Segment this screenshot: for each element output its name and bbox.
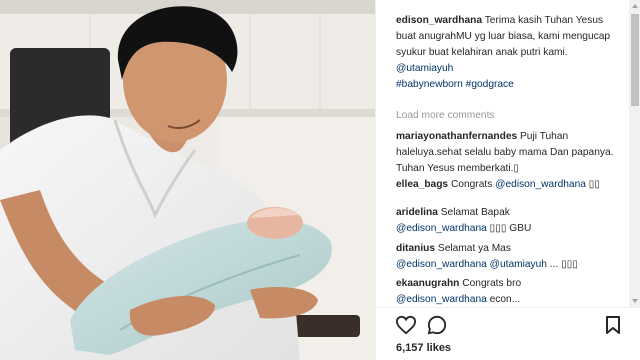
load-more-comments[interactable]: Load more comments xyxy=(396,108,624,124)
caption: edison_wardhana Terima kasih Tuhan Yesus… xyxy=(396,13,624,93)
caption-username[interactable]: edison_wardhana xyxy=(396,15,482,26)
comment-mention[interactable]: @edison_wardhana xyxy=(495,179,586,190)
comment-text: Congrats bro xyxy=(462,278,522,289)
scrollbar-thumb[interactable] xyxy=(631,14,639,106)
comment-text: Congrats xyxy=(450,179,493,190)
comment-item: aridelina Selamat Bapak @edison_wardhana… xyxy=(396,205,624,237)
instagram-post: edison_wardhana Terima kasih Tuhan Yesus… xyxy=(0,0,640,360)
comments-list: edison_wardhana Terima kasih Tuhan Yesus… xyxy=(376,0,629,307)
comment-suffix: ▯▯▯ GBU xyxy=(489,223,532,234)
comment-item: ekaanugrahn Congrats bro @edison_wardhan… xyxy=(396,276,624,307)
caption-hashtags[interactable]: #babynewborn #godgrace xyxy=(396,79,514,90)
comment-item: ditanius Selamat ya Mas @edison_wardhana… xyxy=(396,241,624,273)
comment-mention[interactable]: @edison_wardhana @utamiayuh xyxy=(396,259,547,270)
post-photo[interactable] xyxy=(0,0,375,360)
bookmark-icon[interactable] xyxy=(605,315,621,335)
comment-username[interactable]: mariayonathanfernandes xyxy=(396,131,517,142)
comments-panel: edison_wardhana Terima kasih Tuhan Yesus… xyxy=(375,0,640,360)
comment-mention[interactable]: @edison_wardhana xyxy=(396,223,487,234)
comment-username[interactable]: aridelina xyxy=(396,207,438,218)
comment-item: mariayonathanfernandes Puji Tuhan halelu… xyxy=(396,129,624,177)
divider xyxy=(376,307,640,308)
heart-icon[interactable] xyxy=(395,315,417,335)
comment-suffix: econ... xyxy=(489,294,521,305)
caption-mention[interactable]: @utamiayuh xyxy=(396,63,453,74)
comment-mention[interactable]: @edison_wardhana xyxy=(396,294,487,305)
comment-suffix: ▯▯ xyxy=(588,179,600,190)
comments-scrollbar[interactable] xyxy=(629,0,640,307)
comment-text: Selamat ya Mas xyxy=(437,243,511,254)
comment-icon[interactable] xyxy=(427,315,447,335)
comment-username[interactable]: ekaanugrahn xyxy=(396,278,459,289)
photo-illustration xyxy=(0,0,375,360)
comment-suffix: ... ▯▯▯ xyxy=(549,259,578,270)
likes-count[interactable]: 6,157 likes xyxy=(396,342,451,354)
scroll-up-icon[interactable] xyxy=(629,0,640,12)
comment-username[interactable]: ditanius xyxy=(396,243,435,254)
comment-username[interactable]: ellea_bags xyxy=(396,179,448,190)
comment-text: Selamat Bapak xyxy=(440,207,510,218)
scroll-down-icon[interactable] xyxy=(629,295,640,307)
comment-item: ellea_bags Congrats @edison_wardhana ▯▯ xyxy=(396,177,624,193)
